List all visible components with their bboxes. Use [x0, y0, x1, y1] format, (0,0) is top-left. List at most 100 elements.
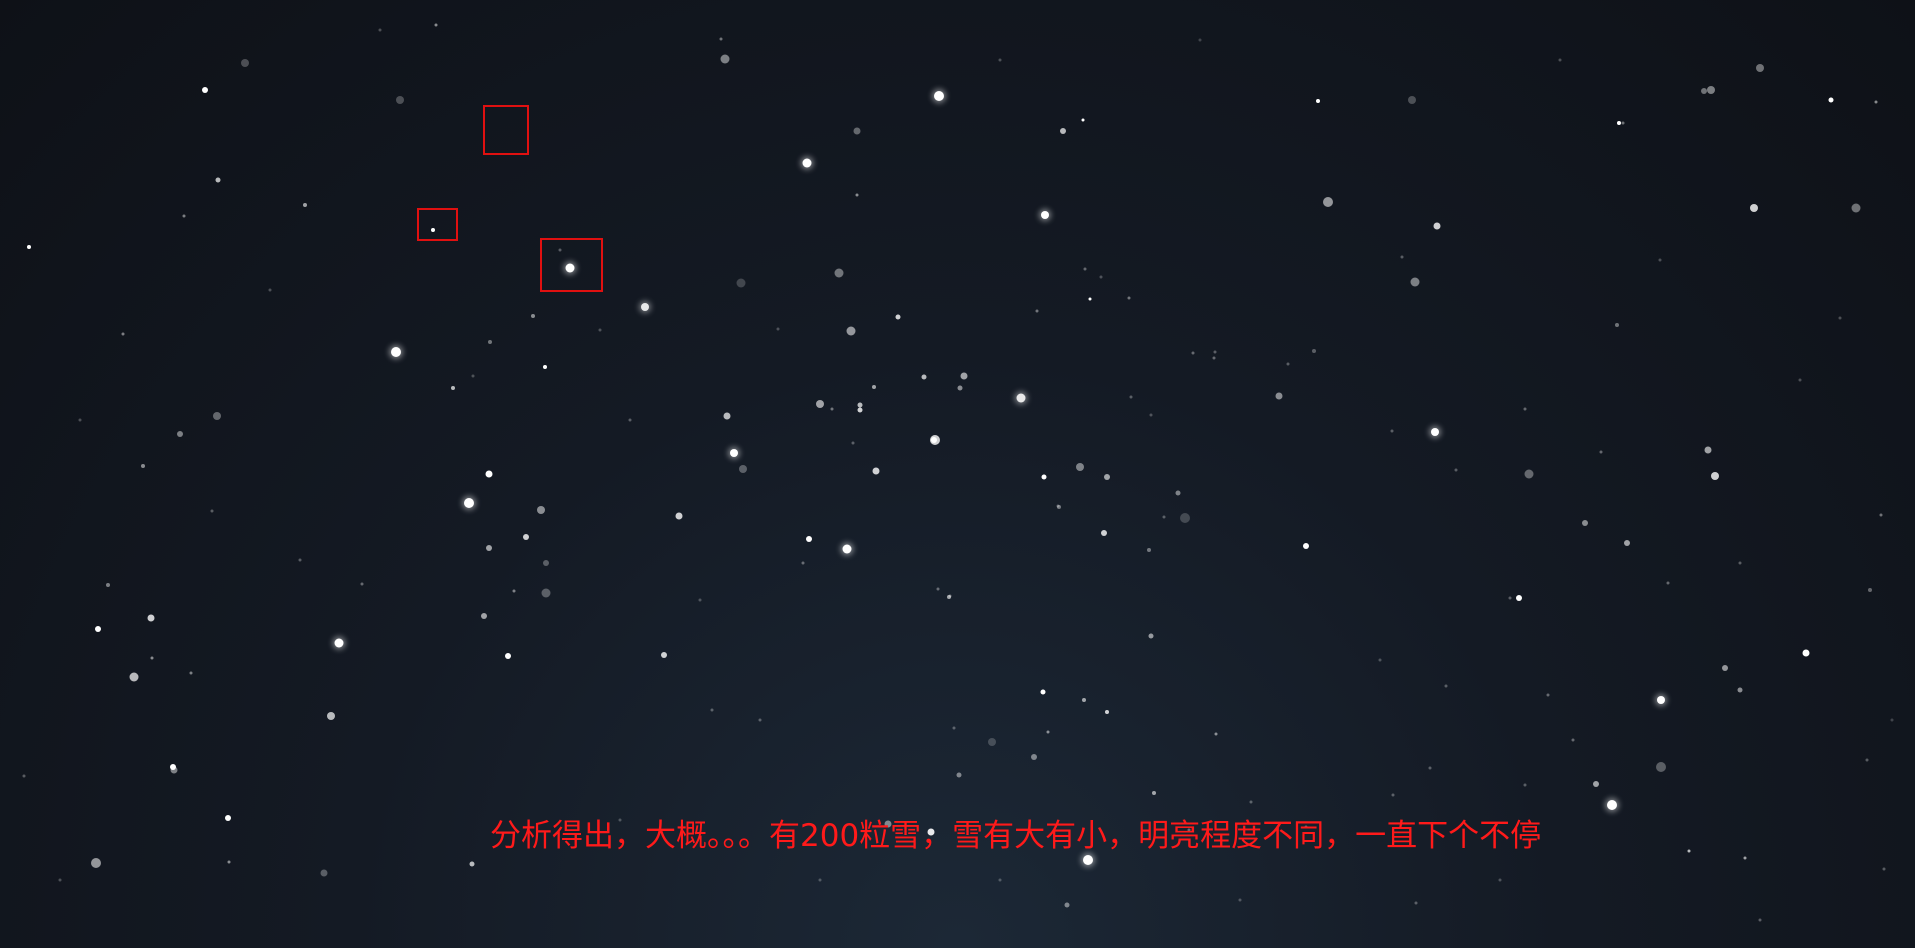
- snowflake: [451, 386, 455, 390]
- snowflake: [1127, 296, 1131, 300]
- snowflake: [1016, 393, 1026, 403]
- snowflake: [1516, 595, 1522, 601]
- snowflake: [872, 385, 876, 389]
- snowflake: [1711, 472, 1719, 480]
- snowflake: [960, 372, 968, 380]
- snowflake: [598, 328, 602, 332]
- snowflake: [58, 878, 62, 882]
- snowflake: [241, 59, 249, 67]
- snowflake: [872, 467, 880, 475]
- snowflake: [1088, 297, 1092, 301]
- snowflake: [931, 437, 937, 443]
- snowflake: [957, 385, 963, 391]
- snowflake: [391, 347, 401, 357]
- highlight-box-small-flake: [417, 208, 458, 241]
- snowflake: [225, 815, 231, 821]
- snowflake: [846, 326, 856, 336]
- snowflake: [842, 544, 852, 554]
- snowflake: [1851, 203, 1861, 213]
- snowflake: [1040, 689, 1046, 695]
- snowflake: [1249, 800, 1253, 804]
- snowflake: [1286, 362, 1290, 366]
- snowflake: [177, 431, 183, 437]
- snowflake: [1303, 543, 1309, 549]
- snowflake: [147, 614, 155, 622]
- snowflake: [1428, 766, 1432, 770]
- snowflake: [1104, 474, 1110, 480]
- snowflake: [948, 594, 952, 598]
- snowflake: [1180, 513, 1190, 523]
- snowflake: [834, 268, 844, 278]
- snowflake: [1105, 710, 1109, 714]
- snowflake: [1212, 356, 1216, 360]
- snowflake: [485, 470, 493, 478]
- snowflake: [1607, 800, 1617, 810]
- snowflake: [523, 534, 529, 540]
- snowflake: [1701, 88, 1707, 94]
- snowflake: [541, 588, 551, 598]
- snowflake: [1874, 100, 1878, 104]
- snowflake: [1083, 855, 1093, 865]
- snowflake: [1035, 309, 1039, 313]
- snowflake: [936, 587, 940, 591]
- snowflake: [303, 203, 307, 207]
- snowflake: [1101, 530, 1107, 536]
- snowflake: [464, 498, 474, 508]
- snowflake: [719, 37, 723, 41]
- snowflake: [202, 87, 208, 93]
- snowflake: [952, 726, 956, 730]
- snowflake: [129, 672, 139, 682]
- snowflake: [1275, 392, 1283, 400]
- snowflake: [1147, 548, 1151, 552]
- snowflake: [710, 708, 714, 712]
- snowflake: [227, 860, 231, 864]
- snowflake: [816, 400, 824, 408]
- snowflake: [1750, 204, 1758, 212]
- snowflake: [1454, 468, 1458, 472]
- snowflake: [213, 412, 221, 420]
- snowflake: [471, 374, 475, 378]
- snowflake: [1828, 97, 1834, 103]
- snowflake: [895, 314, 901, 320]
- snowflake: [830, 407, 834, 411]
- snowflake: [1191, 351, 1195, 355]
- snowflake: [1148, 633, 1154, 639]
- snowflake: [1391, 793, 1395, 797]
- snowflake: [22, 774, 26, 778]
- snowflake: [1041, 211, 1049, 219]
- snowflake: [150, 656, 154, 660]
- snowflake: [1060, 128, 1066, 134]
- snowflake: [1624, 540, 1630, 546]
- snowflake: [1081, 118, 1085, 122]
- snowflake: [1083, 267, 1087, 271]
- snowflake: [543, 560, 549, 566]
- snowflake: [1524, 469, 1534, 479]
- snowflake: [1743, 856, 1747, 860]
- snowflake: [934, 91, 944, 101]
- snowflake: [1546, 693, 1550, 697]
- snowflake: [1617, 121, 1621, 125]
- snowflake: [121, 332, 125, 336]
- snowflake: [641, 303, 649, 311]
- snowflake: [1666, 581, 1670, 585]
- snowflake: [998, 878, 1002, 882]
- snowflake: [736, 278, 746, 288]
- snowflake: [1658, 258, 1662, 262]
- snowflake: [1082, 698, 1086, 702]
- snowflake: [1238, 898, 1242, 902]
- snowflake: [1656, 762, 1666, 772]
- snowflake: [1722, 665, 1728, 671]
- snowflake: [360, 582, 364, 586]
- snowflake: [723, 412, 731, 420]
- snowflake: [1414, 901, 1418, 905]
- snowflake: [1099, 275, 1103, 279]
- snowflake: [505, 653, 511, 659]
- snowflake: [1041, 474, 1047, 480]
- snowflake: [1599, 450, 1603, 454]
- snowflake: [1431, 428, 1439, 436]
- snowflake: [1657, 696, 1665, 704]
- snowflake: [661, 652, 667, 658]
- snowflake: [1615, 323, 1619, 327]
- snowflake: [818, 878, 822, 882]
- snowflake: [1316, 99, 1320, 103]
